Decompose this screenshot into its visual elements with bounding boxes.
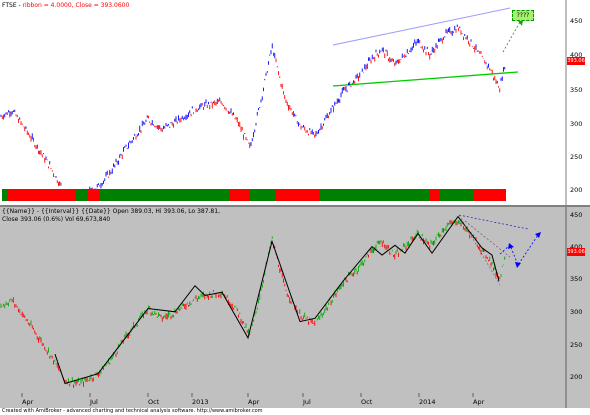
y-tick: 250 bbox=[570, 341, 583, 349]
x-tick: Oct bbox=[361, 398, 373, 406]
y-tick: 300 bbox=[570, 308, 583, 316]
ribbon-segment bbox=[320, 189, 430, 201]
footer-credit: Created with AmiBroker - advanced charti… bbox=[2, 408, 263, 414]
x-tick: Apr bbox=[473, 398, 485, 406]
x-tick: Apr bbox=[22, 398, 34, 406]
close-volume-line: Close 393.06 (0.6%) Vol 69,673,840 bbox=[2, 216, 111, 223]
ribbon-value-label: ribbon = 4.0000, bbox=[22, 2, 76, 9]
x-tick: 2014 bbox=[419, 398, 436, 406]
ribbon-indicator bbox=[2, 189, 506, 201]
ribbon-segment bbox=[440, 189, 473, 201]
x-tick: Oct bbox=[148, 398, 160, 406]
ribbon-segment bbox=[8, 189, 14, 201]
price-series bbox=[0, 219, 506, 388]
pattern-lower-line bbox=[458, 214, 501, 286]
price-series bbox=[0, 24, 506, 201]
ribbon-segment bbox=[2, 189, 8, 201]
y-tick: 350 bbox=[570, 275, 583, 283]
projection-arrowhead bbox=[535, 232, 541, 238]
y-tick: 250 bbox=[570, 153, 583, 161]
price-pane-header: FTSE - ribbon = 4.0000, Close = 393.0600 bbox=[2, 2, 129, 9]
price-pane[interactable]: FTSE - ribbon = 4.0000, Close = 393.0600… bbox=[0, 0, 590, 205]
zigzag-pane-header: {{Name}} - {{Interval}} {{Date}} Open 38… bbox=[2, 208, 220, 224]
x-tick: Apr bbox=[248, 398, 260, 406]
projection-path bbox=[499, 234, 539, 266]
ribbon-segment bbox=[88, 189, 100, 201]
ribbon-segment bbox=[230, 189, 250, 201]
ribbon-segment bbox=[14, 189, 75, 201]
zigzag-pane[interactable]: {{Name}} - {{Interval}} {{Date}} Open 38… bbox=[0, 207, 590, 408]
y-tick: 200 bbox=[570, 186, 583, 194]
x-tick: Jul bbox=[90, 398, 98, 406]
ribbon-segment bbox=[100, 189, 230, 201]
ribbon-segment bbox=[75, 189, 88, 201]
x-axis bbox=[21, 393, 474, 397]
lower-trendline bbox=[332, 71, 519, 87]
last-price-tag: 393.06 bbox=[567, 248, 585, 256]
ribbon-segment bbox=[275, 189, 320, 201]
target-annotation-box: ???? bbox=[512, 10, 534, 21]
zigzag-chart bbox=[0, 207, 567, 408]
projection-arrow bbox=[502, 21, 521, 53]
ohlc-line: {{Name}} - {{Interval}} {{Date}} Open 38… bbox=[2, 208, 220, 215]
price-chart bbox=[0, 0, 567, 205]
y-tick: 450 bbox=[570, 211, 583, 219]
ribbon-segment bbox=[430, 189, 440, 201]
x-tick: Jul bbox=[303, 398, 311, 406]
last-price-tag: 393.06 bbox=[567, 57, 585, 65]
projection-arrowhead bbox=[515, 262, 521, 268]
upper-trendline bbox=[332, 7, 511, 46]
x-tick: 2013 bbox=[192, 398, 209, 406]
y-tick: 450 bbox=[570, 17, 583, 25]
y-tick: 200 bbox=[570, 373, 583, 381]
y-tick: 350 bbox=[570, 86, 583, 94]
pattern-upper-line bbox=[458, 214, 529, 230]
symbol-label: FTSE - bbox=[2, 2, 23, 9]
y-tick: 300 bbox=[570, 120, 583, 128]
ribbon-segment bbox=[473, 189, 506, 201]
ribbon-segment bbox=[250, 189, 275, 201]
close-value-label: Close = 393.0600 bbox=[75, 2, 130, 9]
